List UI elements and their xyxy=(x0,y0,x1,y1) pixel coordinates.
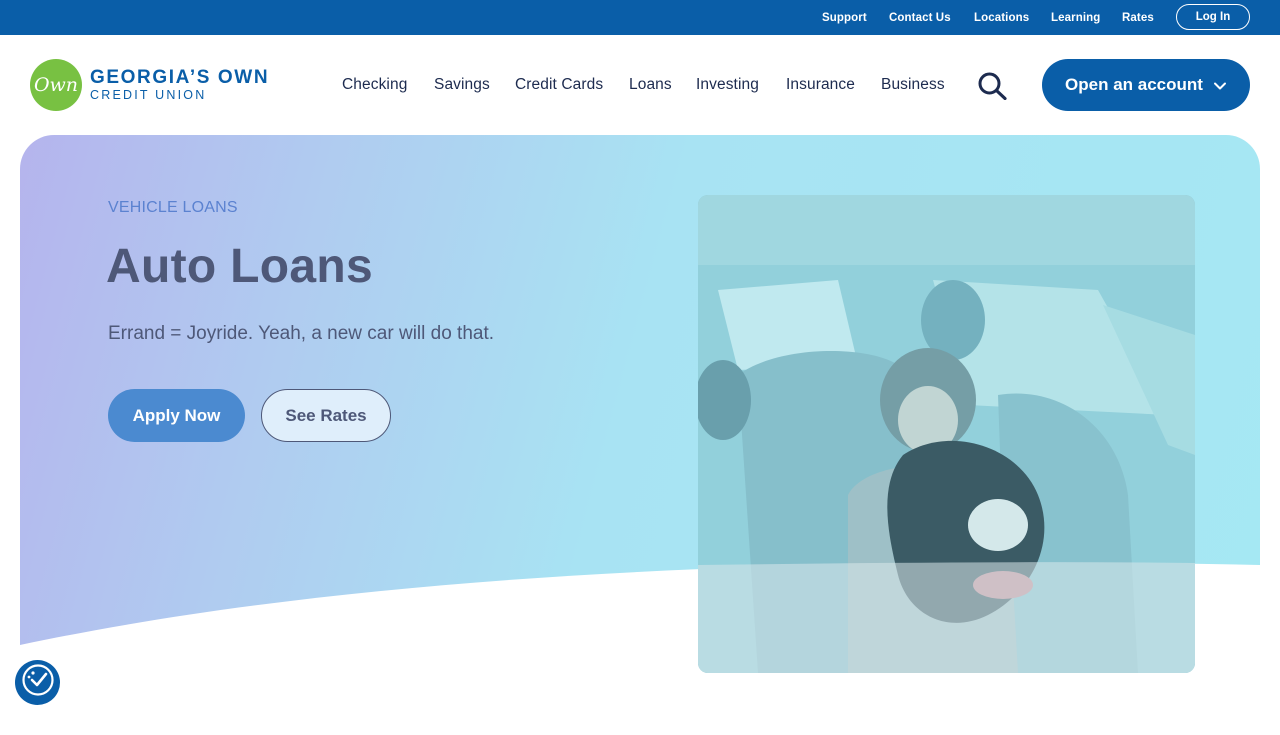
page-title: Auto Loans xyxy=(106,240,373,293)
utility-link-contact-us[interactable]: Contact Us xyxy=(889,12,951,24)
nav-item-credit-cards[interactable]: Credit Cards xyxy=(515,76,603,94)
utility-bar: Support Contact Us Locations Learning Ra… xyxy=(0,0,1280,35)
logo-mark: Own xyxy=(30,59,82,111)
open-account-label: Open an account xyxy=(1065,75,1203,94)
log-in-button[interactable]: Log In xyxy=(1176,4,1250,30)
search-icon[interactable] xyxy=(977,72,1009,101)
chevron-down-icon xyxy=(1213,78,1227,92)
nav-item-insurance[interactable]: Insurance xyxy=(786,76,855,94)
hero-banner: VEHICLE LOANS Auto Loans Errand = Joyrid… xyxy=(20,135,1260,735)
nav-item-business[interactable]: Business xyxy=(881,76,945,94)
hero-subtitle: Errand = Joyride. Yeah, a new car will d… xyxy=(108,323,495,344)
utility-link-locations[interactable]: Locations xyxy=(974,12,1029,24)
see-rates-button[interactable]: See Rates xyxy=(261,389,391,442)
accessibility-button[interactable] xyxy=(15,660,60,705)
nav-item-savings[interactable]: Savings xyxy=(434,76,490,94)
utility-link-rates[interactable]: Rates xyxy=(1122,12,1154,24)
nav-item-loans[interactable]: Loans xyxy=(629,76,672,94)
logo-name-line2: CREDIT UNION xyxy=(90,88,207,102)
main-nav: Own GEORGIA’S OWN CREDIT UNION Checking … xyxy=(0,35,1280,135)
nav-item-checking[interactable]: Checking xyxy=(342,76,407,94)
hero-photo xyxy=(698,195,1195,673)
logo-wordmark: GEORGIA’S OWN CREDIT UNION xyxy=(90,67,270,103)
utility-link-support[interactable]: Support xyxy=(822,12,867,24)
accessibility-icon xyxy=(21,663,55,702)
brand-logo[interactable]: Own GEORGIA’S OWN CREDIT UNION xyxy=(30,59,269,111)
utility-link-learning[interactable]: Learning xyxy=(1051,12,1100,24)
logo-name-line1: GEORGIA’S OWN xyxy=(90,67,270,88)
hero-eyebrow: VEHICLE LOANS xyxy=(108,199,238,216)
apply-now-button[interactable]: Apply Now xyxy=(108,389,245,442)
nav-item-investing[interactable]: Investing xyxy=(696,76,759,94)
open-account-button[interactable]: Open an account xyxy=(1042,59,1250,111)
